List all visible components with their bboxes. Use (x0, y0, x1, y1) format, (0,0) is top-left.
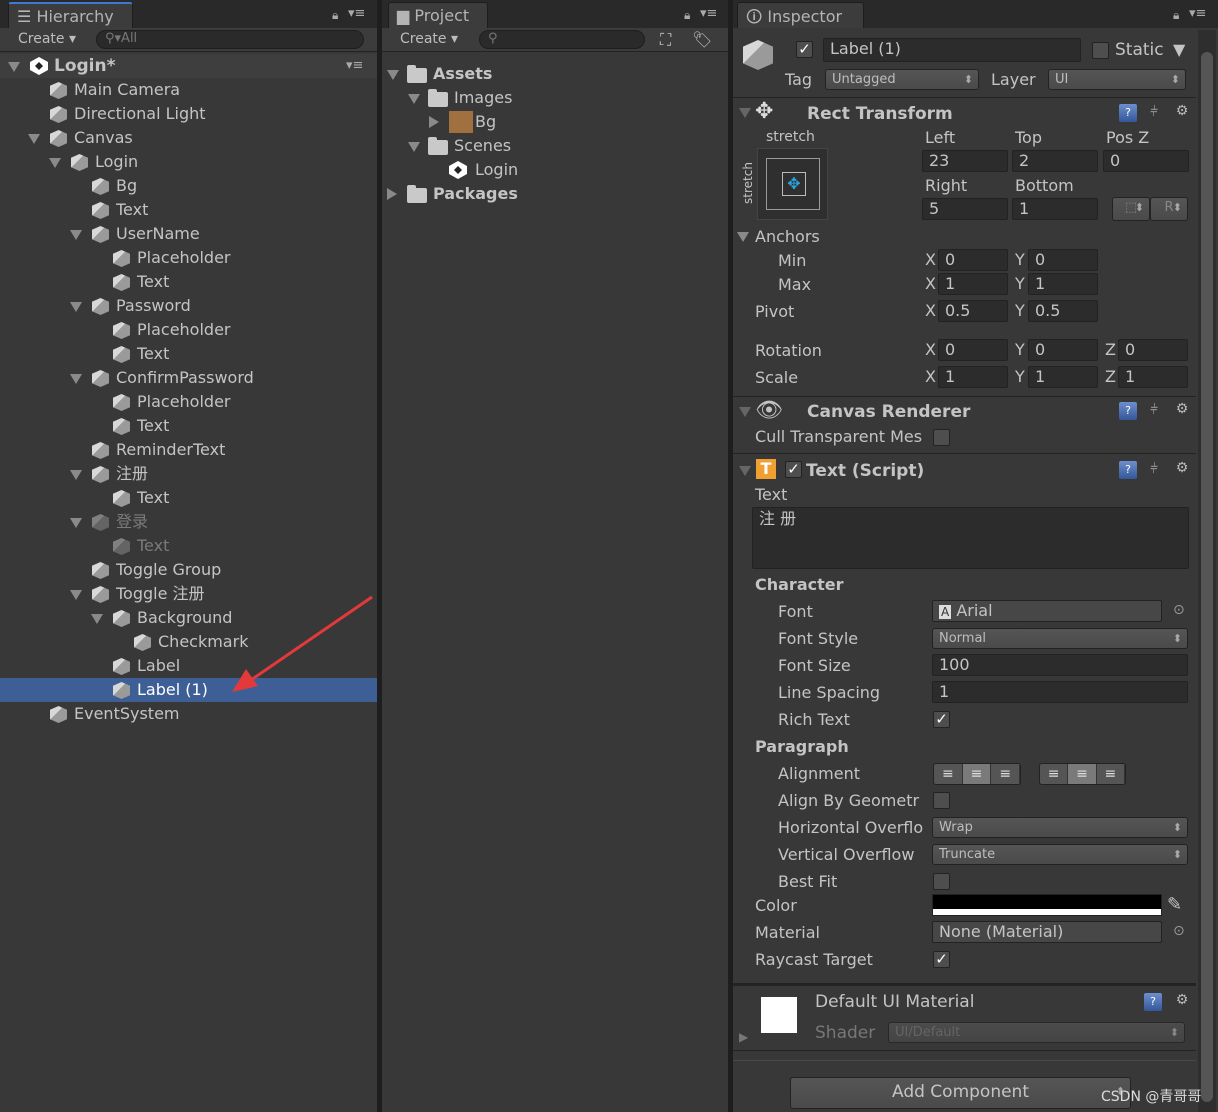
annotation-arrow (232, 595, 373, 692)
